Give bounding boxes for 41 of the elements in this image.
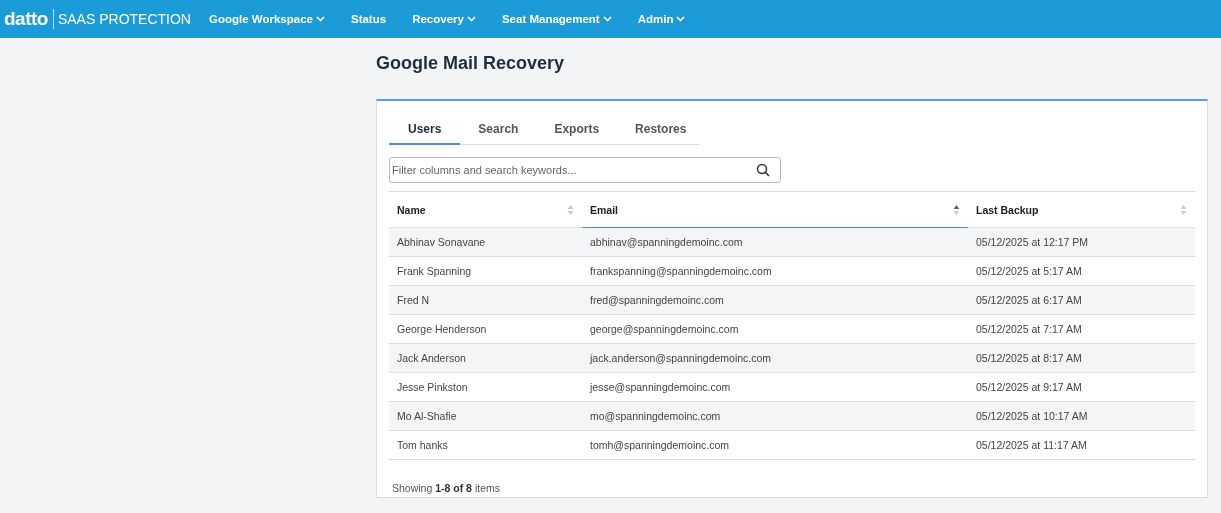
- search-field[interactable]: Filter columns and search keywords...: [389, 157, 781, 183]
- table-cell: Frank Spanning: [389, 256, 582, 286]
- column-header[interactable]: Last Backup: [968, 191, 1195, 228]
- table-cell: 05/12/2025 at 7:17 AM: [968, 314, 1195, 344]
- table-cell: jesse@spanningdemoinc.com: [582, 372, 968, 402]
- table-cell: frankspanning@spanningdemoinc.com: [582, 256, 968, 286]
- pagination-summary: Showing 1-8 of 8 items: [391, 482, 501, 494]
- table-cell: Jesse Pinkston: [389, 372, 582, 402]
- sort-icon[interactable]: [953, 203, 960, 216]
- table-cell: Jack Anderson: [389, 343, 582, 373]
- table-cell: George Henderson: [389, 314, 582, 344]
- chevron-down-icon[interactable]: [315, 16, 325, 22]
- chevron-down-icon[interactable]: [466, 16, 476, 22]
- table-cell: Abhinav Sonavane: [389, 227, 582, 257]
- table-cell: 05/12/2025 at 6:17 AM: [968, 285, 1195, 315]
- table-cell: 05/12/2025 at 10:17 AM: [968, 401, 1195, 431]
- table-cell: tomh@spanningdemoinc.com: [582, 430, 968, 460]
- table-cell: Mo Al-Shafie: [389, 401, 582, 431]
- tab[interactable]: Exports: [536, 117, 618, 145]
- table-cell: fred@spanningdemoinc.com: [582, 285, 968, 315]
- table-cell: 05/12/2025 at 11:17 AM: [968, 430, 1195, 460]
- table-cell: jack.anderson@spanningdemoinc.com: [582, 343, 968, 373]
- tab[interactable]: Users: [389, 117, 461, 145]
- table-cell: Fred N: [389, 285, 582, 315]
- tab[interactable]: Search: [460, 117, 537, 145]
- table-cell: 05/12/2025 at 12:17 PM: [968, 227, 1195, 257]
- table-cell: mo@spanningdemoinc.com: [582, 401, 968, 431]
- table-cell: Tom hanks: [389, 430, 582, 460]
- table-cell: 05/12/2025 at 5:17 AM: [968, 256, 1195, 286]
- column-header[interactable]: Email: [582, 191, 968, 228]
- table-cell: abhinav@spanningdemoinc.com: [582, 227, 968, 257]
- page-title: Google Mail Recovery: [376, 52, 566, 75]
- table-cell: 05/12/2025 at 8:17 AM: [968, 343, 1195, 373]
- product-name: SAAS PROTECTION: [56, 11, 191, 27]
- table-cell: 05/12/2025 at 9:17 AM: [968, 372, 1195, 402]
- table-cell: george@spanningdemoinc.com: [582, 314, 968, 344]
- tab[interactable]: Restores: [617, 117, 705, 145]
- chevron-down-icon[interactable]: [602, 16, 612, 22]
- chevron-down-icon[interactable]: [676, 16, 686, 22]
- search-icon[interactable]: [756, 163, 770, 177]
- column-header[interactable]: Name: [389, 191, 582, 228]
